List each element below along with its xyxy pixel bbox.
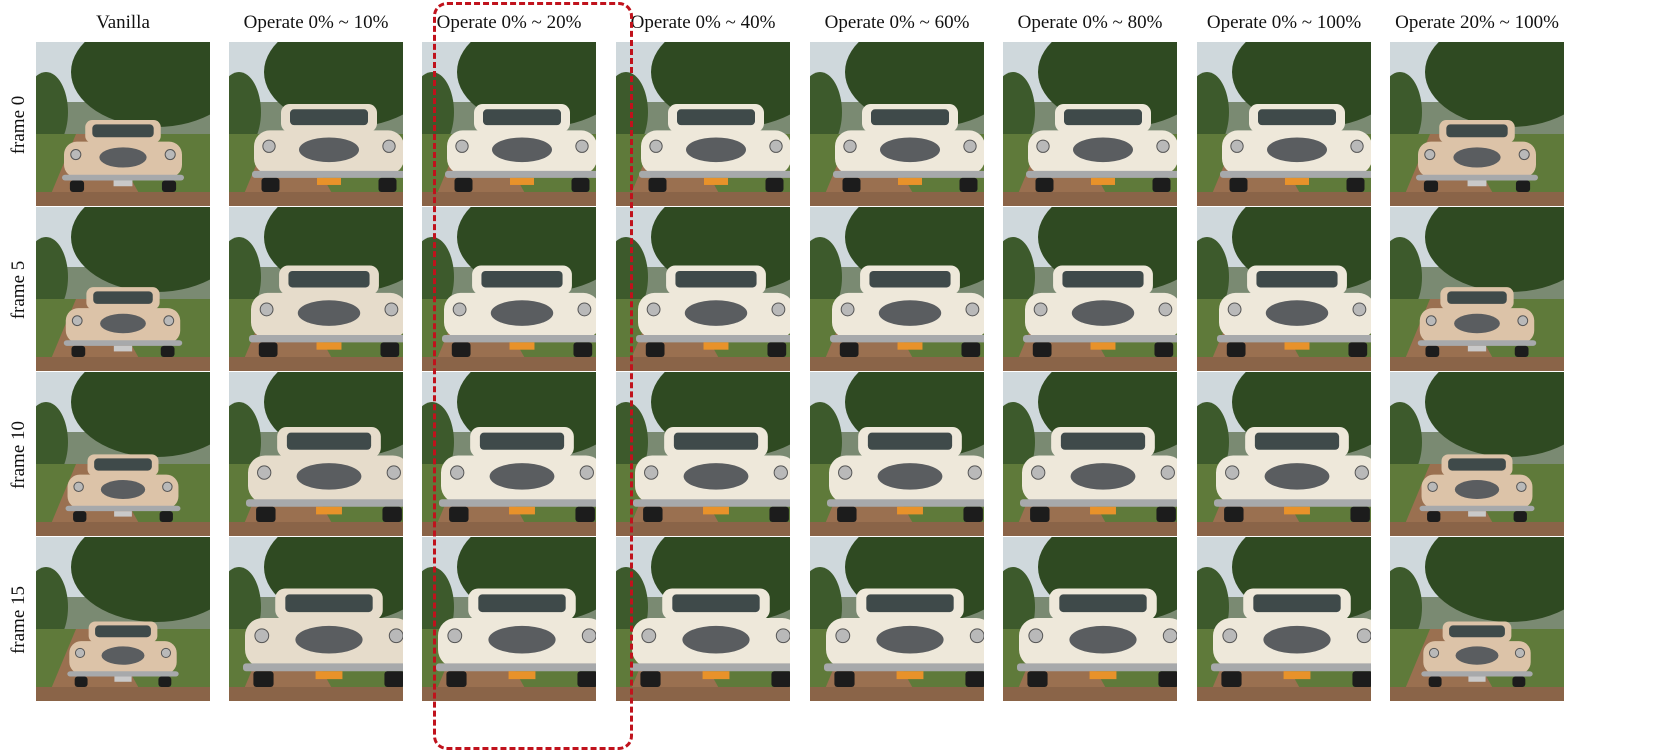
frame-image [1197,537,1371,701]
frame-image [229,42,403,206]
frame-image [1390,372,1564,536]
frame-image [1197,42,1371,206]
frame-image [810,372,984,536]
frame-image [1390,42,1564,206]
frame-image [36,207,210,371]
column-header: Operate 20% ~ 100% [1395,12,1559,33]
row-label: frame 10 [8,420,29,490]
frame-image [1197,207,1371,371]
frame-image [1390,207,1564,371]
column-header: Operate 0% ~ 10% [243,12,389,33]
highlight-box [433,2,633,750]
column-header: Operate 0% ~ 100% [1206,12,1362,33]
frame-image [810,207,984,371]
column-header: Vanilla [96,12,150,33]
frame-image [1003,42,1177,206]
frame-image [1390,537,1564,701]
frame-image [229,372,403,536]
frame-image [810,537,984,701]
frame-image [36,42,210,206]
frame-image [810,42,984,206]
frame-image [616,372,790,536]
frame-image [36,372,210,536]
frame-image [1003,372,1177,536]
row-label: frame 0 [8,95,29,155]
frame-image [616,42,790,206]
frame-image [1197,372,1371,536]
column-header: Operate 0% ~ 80% [1017,12,1163,33]
frame-image [36,537,210,701]
frame-image [616,537,790,701]
column-header: Operate 0% ~ 60% [824,12,970,33]
frame-image [1003,207,1177,371]
frame-image [229,537,403,701]
frame-image [616,207,790,371]
frame-image [229,207,403,371]
row-label: frame 5 [8,260,29,320]
frame-image [1003,537,1177,701]
row-label: frame 15 [8,585,29,655]
